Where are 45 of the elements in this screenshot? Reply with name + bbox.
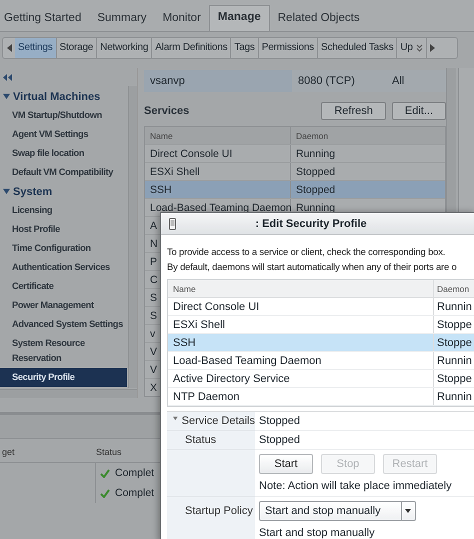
task-status: Complet <box>115 467 154 479</box>
table-cell: N <box>150 238 158 250</box>
note-text: Note: Action will take place immediately <box>255 474 474 497</box>
table-cell: All <box>392 75 404 87</box>
table-cell: ESXi Shell <box>150 166 200 178</box>
table-cell-text: Stopped <box>295 166 336 178</box>
table-cell-text: Runnin <box>436 354 472 366</box>
section-title: Services <box>144 105 190 117</box>
table-cell: X <box>150 382 158 394</box>
table-cell: Direct Console UI <box>173 300 260 312</box>
table-cell-text: Runnin <box>436 300 472 312</box>
table-cell-text: Running <box>295 202 336 214</box>
dialog-title: : Edit Security Profile <box>254 218 368 230</box>
table-cell-text: 8080 (TCP) <box>297 75 356 87</box>
table-cell: v <box>150 328 156 340</box>
table-cell: vsanvp <box>144 70 292 92</box>
table-cell: A <box>150 220 158 232</box>
table-cell: ESXi Shell <box>173 318 225 330</box>
table-cell-text: Running <box>295 148 336 160</box>
table-cell: S <box>150 292 158 304</box>
table-cell: Load-Based Teaming Daemon <box>150 202 292 214</box>
table-cell: V <box>150 346 158 358</box>
table-cell: SSH <box>173 336 196 348</box>
table-cell: P <box>150 256 158 268</box>
table-cell: S <box>150 310 158 322</box>
field-label: Startup Policy <box>185 505 253 517</box>
description-text: By default, daemons will start automatically when any of their ports are o <box>167 260 458 274</box>
table-cell-text: Stopped <box>295 184 336 196</box>
table-cell-text: Stoppe <box>436 336 472 348</box>
field-label: Status <box>185 434 216 446</box>
table-cell: Load-Based Teaming Daemon <box>173 354 322 366</box>
table-cell-text: Stoppe <box>436 318 472 330</box>
caption-text: Start and stop manually <box>258 526 376 539</box>
table-cell: V <box>150 364 158 376</box>
table-cell: NTP Daemon <box>173 390 240 402</box>
field-value: Stopped <box>255 431 474 450</box>
field-value: Stopped <box>255 412 474 431</box>
table-cell: Active Directory Service <box>173 372 290 384</box>
task-status: Complet <box>115 487 154 499</box>
table-cell: SSH <box>150 184 172 196</box>
table-cell: Direct Console UI <box>150 148 232 160</box>
table-cell-text: Stoppe <box>436 372 472 384</box>
description-text: To provide access to a service or client, check the corresponding box. <box>167 245 446 259</box>
table-cell: C <box>150 274 158 286</box>
table-cell-text: Runnin <box>436 390 472 402</box>
